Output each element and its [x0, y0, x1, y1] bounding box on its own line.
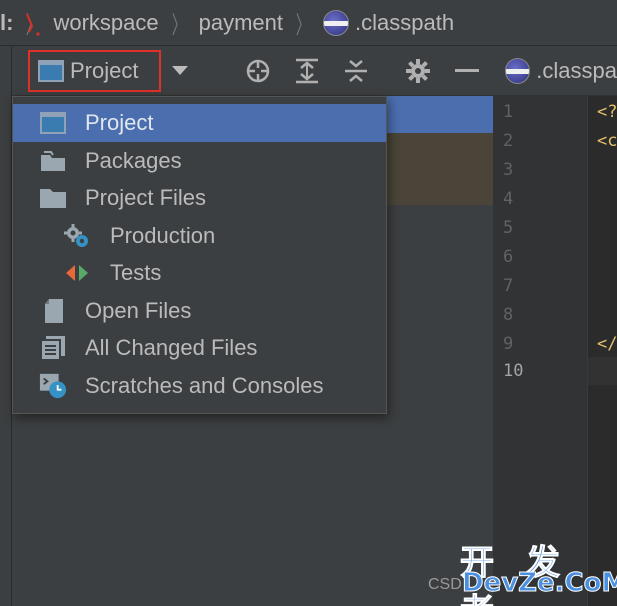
production-gear-icon	[63, 223, 91, 249]
line-number-gutter: 1 2 3 4 5 6 7 8 9 10	[493, 96, 588, 606]
line-number-current: 10	[503, 361, 524, 381]
collapse-all-icon[interactable]	[342, 57, 370, 85]
editor-tab-bar: .classpa	[493, 46, 617, 96]
line-number: 9	[503, 334, 514, 354]
watermark-prefix: CSD	[428, 576, 462, 593]
line-number: 8	[503, 305, 514, 325]
tests-arrows-icon	[63, 260, 91, 286]
left-tool-strip	[0, 46, 12, 606]
popup-item-all-changed-files[interactable]: All Changed Files	[13, 329, 386, 367]
breadcrumb-separator: 〉	[295, 12, 311, 39]
settings-gear-icon[interactable]	[404, 57, 432, 85]
scratches-consoles-icon	[39, 373, 67, 399]
project-window-icon	[39, 110, 67, 136]
tree-selected-row[interactable]	[384, 96, 493, 133]
code-line: <?	[597, 102, 617, 122]
red-annotation-mark	[26, 13, 40, 36]
expand-all-icon[interactable]	[293, 57, 321, 85]
code-line: </	[597, 334, 617, 354]
changed-files-icon	[39, 335, 67, 361]
locate-crosshair-icon[interactable]	[244, 57, 272, 85]
line-number: 2	[503, 131, 514, 151]
popup-item-label: Tests	[110, 260, 162, 285]
popup-item-open-files[interactable]: Open Files	[13, 292, 386, 330]
line-number: 6	[503, 247, 514, 267]
breadcrumb-item-classpath[interactable]: .classpath	[355, 10, 454, 36]
popup-item-scratches-consoles[interactable]: Scratches and Consoles	[13, 367, 386, 405]
line-number: 4	[503, 189, 514, 209]
eclipse-file-icon	[505, 57, 531, 84]
folder-icon	[39, 185, 67, 211]
popup-item-label: Project Files	[85, 185, 207, 210]
packages-folder-icon	[39, 148, 67, 174]
line-number: 7	[503, 276, 514, 296]
popup-item-label: Project	[85, 110, 154, 135]
popup-item-label: All Changed Files	[85, 335, 258, 360]
tree-highlighted-rows	[384, 133, 493, 205]
popup-item-project-files[interactable]: Project Files	[13, 179, 386, 217]
popup-item-tests[interactable]: Tests	[13, 254, 386, 292]
breadcrumb-item-payment[interactable]: payment	[199, 10, 283, 36]
project-toolwindow-header: Project	[12, 46, 493, 96]
view-selector-label: Project	[70, 58, 139, 83]
breadcrumb-item-workspace[interactable]: workspace	[53, 10, 158, 36]
popup-item-label: Production	[110, 223, 216, 248]
breadcrumb-prefix: l:	[0, 9, 14, 35]
open-files-icon	[39, 298, 67, 324]
popup-item-packages[interactable]: Packages	[13, 142, 386, 180]
line-number: 3	[503, 160, 514, 180]
popup-item-label: Scratches and Consoles	[85, 373, 324, 398]
view-selector-dropdown[interactable]: Project	[28, 50, 161, 92]
line-number: 1	[503, 102, 514, 122]
popup-item-project[interactable]: Project	[13, 104, 386, 142]
breadcrumb: l: 〉 workspace 〉 payment 〉 .classpath	[0, 0, 617, 46]
watermark-site: DevZe.CoM	[461, 568, 617, 599]
dropdown-arrow-icon[interactable]	[172, 66, 188, 75]
minimize-icon[interactable]	[453, 57, 481, 85]
popup-item-label: Open Files	[85, 298, 192, 323]
eclipse-file-icon	[323, 9, 349, 36]
code-line: <c	[597, 131, 617, 151]
popup-item-label: Packages	[85, 148, 182, 173]
project-window-icon	[38, 60, 64, 82]
line-number: 5	[503, 218, 514, 238]
editor-tab-classpath[interactable]: .classpa	[536, 58, 617, 84]
breadcrumb-separator: 〉	[171, 12, 186, 39]
popup-item-production[interactable]: Production	[13, 217, 386, 255]
view-selector-popup: Project Packages Project Files Productio…	[12, 96, 387, 414]
